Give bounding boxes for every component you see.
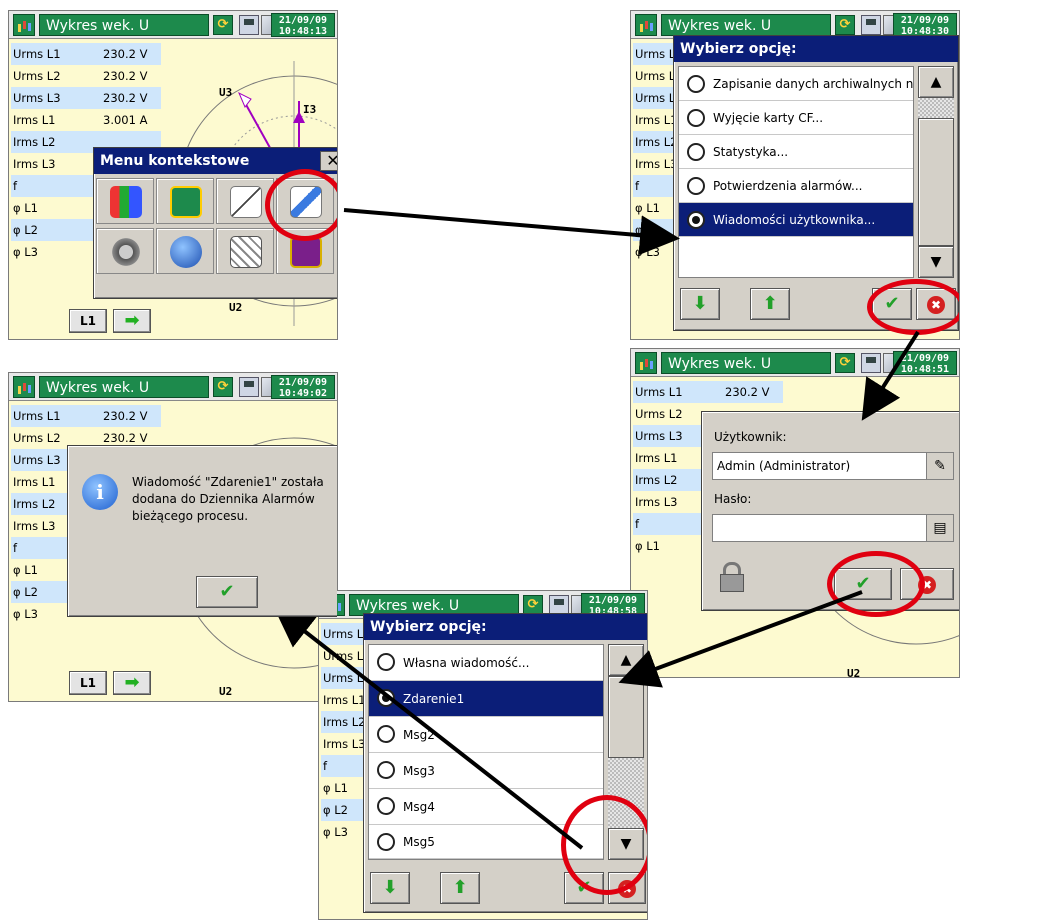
info-dialog: i Wiadomość "Zdarenie1" została dodana d…	[67, 445, 337, 617]
arrow-4	[273, 607, 584, 850]
arrow-1	[343, 208, 680, 256]
ok-button[interactable]: ✔	[196, 576, 258, 608]
info-message: Wiadomość "Zdarenie1" została dodana do …	[132, 475, 324, 523]
arrow-2	[861, 330, 920, 421]
arrow-3	[618, 590, 863, 688]
info-icon: i	[82, 474, 118, 510]
